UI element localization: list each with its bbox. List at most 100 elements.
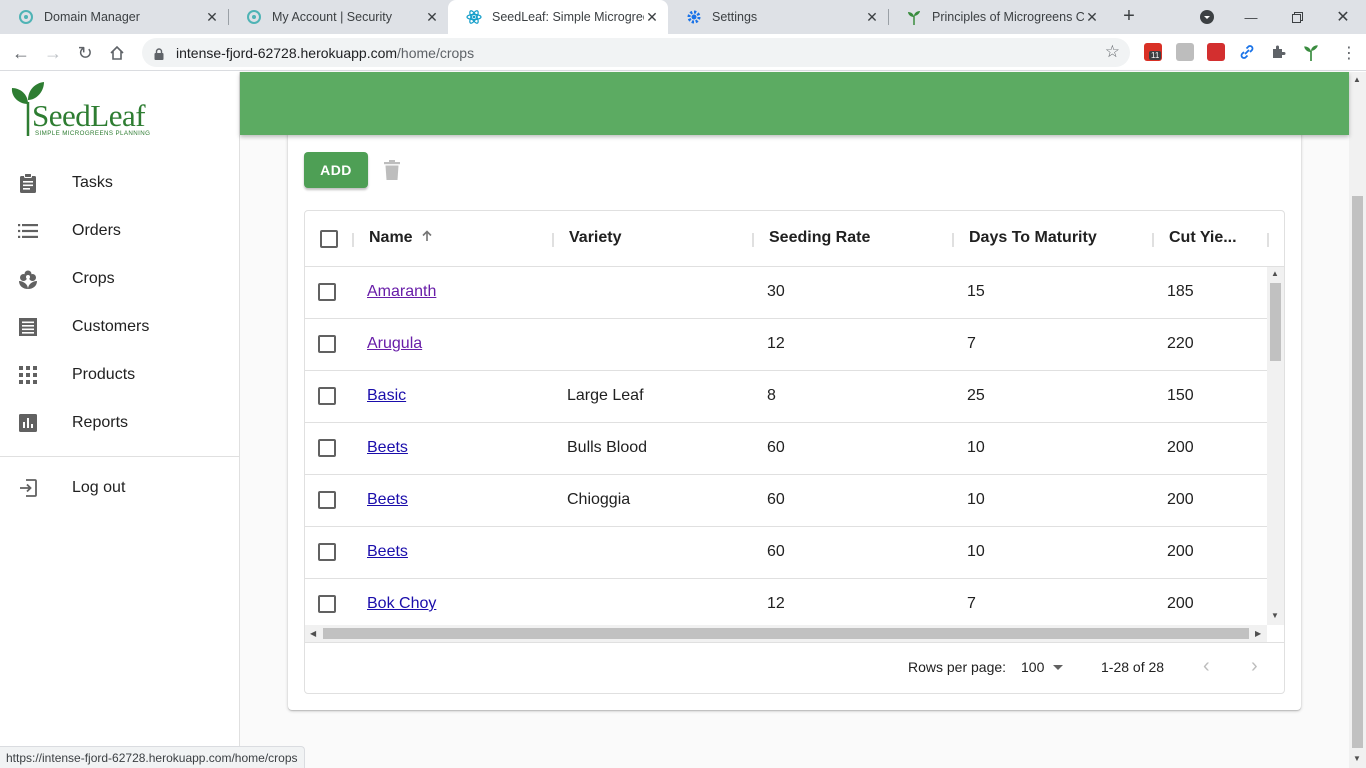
- row-checkbox[interactable]: [318, 335, 336, 353]
- grid-vertical-scrollbar[interactable]: ▲ ▼: [1267, 267, 1284, 625]
- puzzle-extensions-icon[interactable]: [1270, 43, 1288, 61]
- cut-yield-cell: 220: [1167, 335, 1194, 352]
- crop-name-link[interactable]: Bok Choy: [367, 595, 436, 613]
- new-tab-icon[interactable]: +: [1118, 5, 1140, 27]
- main-content: ADD Name Variety Seeding Rate Days To Ma…: [240, 72, 1349, 768]
- seedleaf-logo[interactable]: SeedLeaf SIMPLE MICROGREENS PLANNING: [8, 80, 158, 137]
- crop-name-link[interactable]: Basic: [367, 387, 406, 405]
- row-checkbox[interactable]: [318, 283, 336, 301]
- crop-name-link[interactable]: Beets: [367, 543, 408, 561]
- column-header-seeding-rate[interactable]: Seeding Rate: [769, 229, 870, 247]
- browser-tab-settings[interactable]: Settings ✕: [668, 0, 888, 34]
- table-row[interactable]: Bok Choy 12 7 200: [305, 579, 1267, 631]
- column-header-days-to-maturity[interactable]: Days To Maturity: [969, 229, 1097, 247]
- nav-item-logout[interactable]: Log out: [0, 464, 239, 512]
- back-arrow-icon[interactable]: ←: [8, 40, 34, 66]
- table-row[interactable]: Arugula 12 7 220: [305, 319, 1267, 371]
- restore-window-icon[interactable]: [1274, 0, 1320, 34]
- page-vertical-scrollbar[interactable]: ▲ ▼: [1349, 72, 1366, 768]
- nav-item-customers[interactable]: Customers: [0, 303, 239, 351]
- column-header-variety[interactable]: Variety: [569, 229, 621, 247]
- row-checkbox[interactable]: [318, 439, 336, 457]
- app-bar: [240, 72, 1349, 135]
- crop-name-link[interactable]: Beets: [367, 491, 408, 509]
- bookmark-star-icon[interactable]: ☆: [1105, 42, 1120, 62]
- link-extension-icon[interactable]: [1238, 43, 1256, 61]
- nav-item-tasks[interactable]: Tasks: [0, 159, 239, 207]
- browser-tab-principles[interactable]: Principles of Microgreens Cro ✕: [888, 0, 1108, 34]
- close-tab-icon[interactable]: ✕: [1084, 9, 1100, 25]
- grid-horizontal-scrollbar[interactable]: ◀ ▶: [305, 625, 1267, 642]
- sprout-extension-icon[interactable]: [1302, 43, 1320, 61]
- sidebar: SeedLeaf SIMPLE MICROGREENS PLANNING Tas…: [0, 72, 240, 768]
- next-page-icon[interactable]: ›: [1251, 655, 1258, 678]
- home-icon[interactable]: [104, 40, 130, 66]
- calendar-extension-icon[interactable]: 11: [1144, 43, 1162, 61]
- variety-cell: Chioggia: [567, 491, 631, 508]
- row-checkbox[interactable]: [318, 595, 336, 613]
- forward-arrow-icon[interactable]: →: [40, 40, 66, 66]
- ledger-icon: [18, 317, 38, 337]
- rows-per-page-select[interactable]: 100: [1021, 659, 1044, 675]
- variety-cell: Large Leaf: [567, 387, 644, 404]
- table-row[interactable]: Basic Large Leaf 8 25 150: [305, 371, 1267, 423]
- add-crop-button[interactable]: ADD: [304, 152, 368, 188]
- address-bar[interactable]: intense-fjord-62728.herokuapp.com/home/c…: [142, 38, 1130, 67]
- close-tab-icon[interactable]: ✕: [864, 9, 880, 25]
- table-row[interactable]: Amaranth 30 15 185: [305, 267, 1267, 319]
- list-icon: [18, 221, 38, 241]
- red-extension-icon[interactable]: [1207, 43, 1225, 61]
- row-checkbox[interactable]: [318, 543, 336, 561]
- minimize-window-icon[interactable]: —: [1228, 0, 1274, 34]
- browser-menu-icon[interactable]: ⋮: [1336, 40, 1362, 66]
- scroll-down-arrow-icon[interactable]: ▼: [1271, 611, 1279, 620]
- browser-tab-domain-manager[interactable]: Domain Manager ✕: [0, 0, 228, 34]
- column-separator: [1152, 233, 1154, 247]
- row-checkbox[interactable]: [318, 387, 336, 405]
- nav-item-products[interactable]: Products: [0, 351, 239, 399]
- sprout-icon: [906, 9, 922, 25]
- crop-name-link[interactable]: Beets: [367, 439, 408, 457]
- crops-data-grid: Name Variety Seeding Rate Days To Maturi…: [304, 210, 1285, 694]
- domain-manager-icon: [246, 9, 262, 25]
- scrollbar-thumb[interactable]: [323, 628, 1249, 639]
- browser-tab-my-account[interactable]: My Account | Security ✕: [228, 0, 448, 34]
- trash-icon[interactable]: [384, 160, 400, 180]
- browser-tab-seedleaf[interactable]: SeedLeaf: Simple Microgreen ✕: [448, 0, 668, 34]
- scrollbar-thumb[interactable]: [1270, 283, 1281, 361]
- scroll-up-arrow-icon[interactable]: ▲: [1353, 75, 1361, 84]
- scroll-up-arrow-icon[interactable]: ▲: [1271, 269, 1279, 278]
- crop-name-link[interactable]: Amaranth: [367, 283, 436, 301]
- crop-name-link[interactable]: Arugula: [367, 335, 422, 353]
- close-window-icon[interactable]: ✕: [1320, 0, 1366, 34]
- grey-extension-icon[interactable]: [1176, 43, 1194, 61]
- table-row[interactable]: Beets Chioggia 60 10 200: [305, 475, 1267, 527]
- cut-yield-cell: 185: [1167, 283, 1194, 300]
- reload-icon[interactable]: ↻: [72, 40, 98, 66]
- previous-page-icon[interactable]: ‹: [1203, 655, 1210, 678]
- browser-tab-strip: Domain Manager ✕ My Account | Security ✕…: [0, 0, 1366, 34]
- close-tab-icon[interactable]: ✕: [424, 9, 440, 25]
- seeding-rate-cell: 8: [767, 387, 776, 404]
- cut-yield-cell: 200: [1167, 439, 1194, 456]
- select-all-checkbox[interactable]: [320, 230, 338, 248]
- close-tab-icon[interactable]: ✕: [204, 9, 220, 25]
- row-checkbox[interactable]: [318, 491, 336, 509]
- nav-item-reports[interactable]: Reports: [0, 399, 239, 447]
- tab-search-icon[interactable]: [1184, 0, 1230, 34]
- column-header-name[interactable]: Name: [369, 229, 433, 247]
- url-path: /home/crops: [397, 44, 475, 61]
- column-header-cut-yield[interactable]: Cut Yie...: [1169, 229, 1237, 247]
- dropdown-caret-icon[interactable]: [1053, 665, 1063, 670]
- table-row[interactable]: Beets 60 10 200: [305, 527, 1267, 579]
- scrollbar-thumb[interactable]: [1352, 196, 1363, 748]
- nav-item-crops[interactable]: Crops: [0, 255, 239, 303]
- seeding-rate-cell: 60: [767, 543, 785, 560]
- scroll-right-arrow-icon[interactable]: ▶: [1255, 629, 1261, 638]
- days-to-maturity-cell: 10: [967, 543, 985, 560]
- table-row[interactable]: Beets Bulls Blood 60 10 200: [305, 423, 1267, 475]
- nav-item-orders[interactable]: Orders: [0, 207, 239, 255]
- scroll-left-arrow-icon[interactable]: ◀: [310, 629, 316, 638]
- close-tab-icon[interactable]: ✕: [644, 9, 660, 25]
- scroll-down-arrow-icon[interactable]: ▼: [1353, 754, 1361, 763]
